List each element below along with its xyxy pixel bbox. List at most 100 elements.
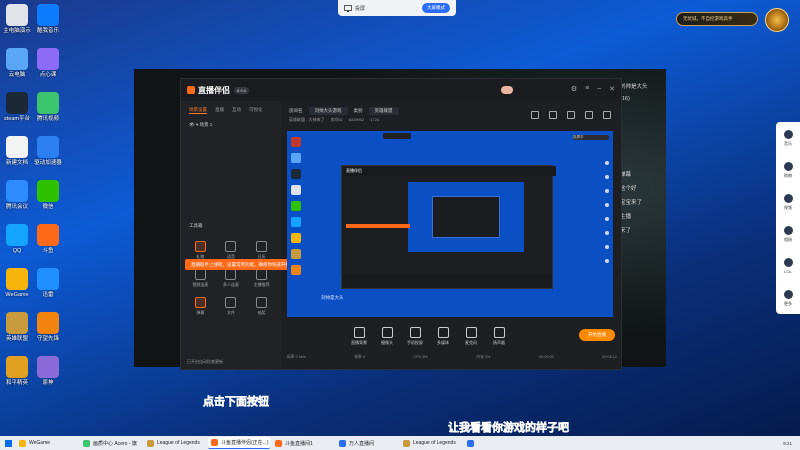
nested-toolbar (342, 274, 552, 288)
start-live-button[interactable]: 开始直播 (579, 329, 615, 341)
system-clock[interactable]: 9:21 (783, 441, 800, 446)
sidebar-label: 相册 (784, 236, 792, 242)
tab-0[interactable]: 场景设置 (189, 107, 207, 114)
desktop-icon[interactable]: 主电脑演示 (0, 4, 34, 35)
room-name-field[interactable]: 刘帅大头游戏 (308, 107, 348, 115)
tool-icon (194, 297, 206, 308)
taskbar-item[interactable]: League of Legends (400, 437, 462, 449)
bottom-tool-icon (381, 327, 393, 338)
tool-item[interactable]: 文件 (216, 297, 247, 316)
sidebar-item[interactable]: LOL (776, 250, 800, 282)
taskbar-item[interactable] (464, 437, 526, 449)
app-icon (37, 356, 59, 378)
preview-label: 刘帅是大头 (321, 295, 344, 300)
sidebar-item[interactable]: 更多 (776, 282, 800, 314)
taskbar-item[interactable]: WeGame (16, 437, 78, 449)
app-icon (37, 4, 59, 26)
user-avatar[interactable] (501, 86, 513, 94)
bottom-tool-icon (437, 327, 449, 338)
bottom-tool-label: 扬声器 (493, 340, 505, 345)
layout-icon[interactable] (585, 111, 593, 119)
tab-3[interactable]: 可视化 (249, 107, 263, 114)
tool-item[interactable]: 语音 (216, 241, 247, 260)
eye-icon[interactable]: 👁 (189, 122, 195, 127)
live-preview[interactable]: 投屏中 直播伴侣 刘帅是大头 (287, 131, 613, 317)
record-icon[interactable] (549, 111, 557, 119)
tool-icon (256, 241, 268, 252)
desktop-icon[interactable]: 迅雷 (31, 268, 65, 299)
desktop-icon[interactable]: 英雄联盟 (0, 312, 34, 343)
desktop-icon-label: 斗鱼 (42, 248, 54, 254)
desktop-icon[interactable]: 和平精英 (0, 356, 34, 387)
category-field[interactable]: 英雄联盟 (368, 107, 399, 115)
more-icon[interactable] (603, 111, 611, 119)
taskbar-app-icon (467, 439, 474, 447)
room-id-label: 房间ID (330, 117, 343, 122)
scene-name: 场景 1 (199, 122, 213, 127)
tool-item[interactable]: 多人连麦 (216, 269, 247, 288)
promo-banner[interactable]: 无忧城，不自控游戏高手 (676, 12, 758, 26)
desktop-icon[interactable]: 驱动加速器 (31, 136, 65, 167)
minimize-icon[interactable]: – (597, 85, 601, 93)
taskbar-item[interactable]: 画质中心 Acero - 旗 (80, 437, 142, 449)
desktop-icon[interactable]: 新建文档 (0, 136, 34, 167)
desktop-icon[interactable]: WeGame (0, 268, 34, 299)
room-info-row: 房间名 刘帅大头游戏 类别 英雄联盟 (289, 107, 399, 115)
bottom-tool[interactable]: 直播背景 (347, 327, 371, 346)
desktop-icon[interactable]: 点心课 (31, 48, 65, 79)
bottom-tool[interactable]: 麦克风 (459, 327, 483, 346)
monitor-icon (344, 4, 352, 12)
bottom-tool-icon (409, 327, 421, 338)
taskbar-item[interactable]: 万人直播间 (336, 437, 398, 449)
tool-item[interactable]: 视频连麦 (185, 269, 216, 288)
sidebar-item[interactable]: 视频 (776, 186, 800, 218)
desktop-icon[interactable]: 腾讯视频 (31, 92, 65, 123)
scene-item[interactable]: 👁 ▾ 场景 1 (181, 120, 281, 130)
sidebar-item[interactable]: 音乐 (776, 122, 800, 154)
app-icon (6, 4, 28, 26)
desktop-icon[interactable]: 微信 (31, 180, 65, 211)
settings-icon[interactable]: ⚙ (571, 85, 577, 93)
logo-icon (187, 86, 195, 94)
desktop-icon[interactable]: 云电脑 (0, 48, 34, 79)
sidebar-icon (783, 129, 793, 139)
notify-icon[interactable] (567, 111, 575, 119)
tool-icon (225, 269, 237, 280)
tool-item[interactable]: 抽奖 (246, 297, 277, 316)
bottom-tool[interactable]: 手机投屏 (403, 327, 427, 346)
bottom-tool[interactable]: 多媒体 (431, 327, 455, 346)
desktop-icon[interactable]: 守望先锋 (31, 312, 65, 343)
tool-icon (256, 269, 268, 280)
desktop-icon[interactable]: 斗鱼 (31, 224, 65, 255)
desktop-icon[interactable]: 原神 (31, 356, 65, 387)
desktop-icon[interactable]: 腾讯会议 (0, 180, 34, 211)
window-controls: ⚙ ≡ – ✕ (571, 85, 615, 93)
desktop-icon[interactable]: QQ (0, 224, 34, 255)
promo-avatar[interactable] (765, 8, 789, 32)
bottom-tool[interactable]: 扬声器 (487, 327, 511, 346)
desktop-icon[interactable]: 酷我音乐 (31, 4, 65, 35)
sidebar-item[interactable]: 相册 (776, 218, 800, 250)
taskbar-item[interactable]: League of Legends (144, 437, 206, 449)
tab-2[interactable]: 互动 (232, 107, 241, 114)
bottom-tool[interactable]: 摄像头 (375, 327, 399, 346)
menu-icon[interactable]: ≡ (585, 85, 589, 93)
desktop-icon-label: 和平精英 (5, 380, 28, 386)
taskbar-label: WeGame (29, 440, 51, 446)
app-titlebar: 直播伴侣 8.9.6 (181, 79, 621, 101)
preview-badge: 投屏中 (573, 135, 609, 140)
taskbar-item[interactable]: 斗鱼直播伴侣(正在...) (208, 437, 270, 449)
close-icon[interactable]: ✕ (609, 85, 615, 93)
tab-1[interactable]: 直播 (215, 107, 224, 114)
share-icon[interactable] (531, 111, 539, 119)
app-icon (37, 180, 59, 202)
tool-item[interactable]: 弹幕 (185, 297, 216, 316)
tool-item[interactable]: 礼物 (185, 241, 216, 260)
desktop-icon[interactable]: steam平台 (0, 92, 34, 123)
start-button[interactable] (0, 436, 16, 450)
tool-item[interactable]: 主播推荐 (246, 269, 277, 288)
sidebar-item[interactable]: 购物 (776, 154, 800, 186)
tool-item[interactable]: 日历 (246, 241, 277, 260)
big-screen-button[interactable]: 大屏模式 (422, 3, 450, 13)
taskbar-item[interactable]: 斗鱼直播间1 (272, 437, 334, 449)
